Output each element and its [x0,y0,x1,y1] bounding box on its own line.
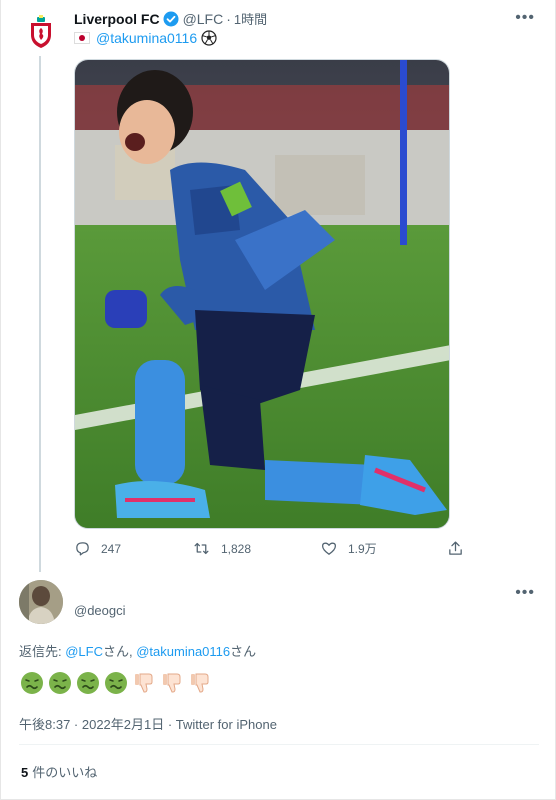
verified-badge-icon [163,11,179,27]
nauseated-face-icon [75,670,101,696]
reply-to-suffix-1: さん, [103,644,137,659]
tweet-header: Liverpool FC @LFC · 1時間 [74,9,267,28]
likes-summary[interactable]: 5 件のいいね [21,762,97,781]
tweet-text: @takumina0116 [74,30,217,46]
japan-flag-icon [74,32,90,44]
share-action[interactable] [447,540,474,557]
reply-avatar[interactable] [19,580,63,624]
tweet-actions: 247 1,828 1.9万 [74,540,466,560]
reply-timestamp[interactable]: 午後8:37 · 2022年2月1日 · Twitter for iPhone [19,714,277,733]
reply-to-takumina-link[interactable]: @takumina0116 [136,644,230,659]
reply-to-lfc-link[interactable]: @LFC [65,644,103,659]
author-handle[interactable]: @LFC [183,11,224,27]
reply-count: 247 [101,541,122,556]
more-icon[interactable]: ••• [515,584,535,602]
nauseated-face-icon [47,670,73,696]
thumbs-down-icon [187,670,213,696]
thumbs-down-icon [159,670,185,696]
share-icon [449,541,462,555]
retweet-count: 1,828 [221,541,252,556]
likes-count: 5 [21,765,29,780]
reply-emojis [19,670,215,696]
retweet-action[interactable]: 1,828 [192,540,251,557]
reply-action[interactable]: 247 [74,540,121,557]
lfc-avatar[interactable] [21,12,61,52]
likes-label: 件のいいね [32,765,98,780]
divider [19,744,539,745]
reply-icon [76,542,89,556]
like-count: 1.9万 [348,542,377,556]
thumbs-down-icon [131,670,157,696]
reply-handle[interactable]: @deogci [74,603,126,618]
author-name[interactable]: Liverpool FC [74,11,160,27]
nauseated-face-icon [19,670,45,696]
tweet-frame: Liverpool FC @LFC · 1時間 ••• @takumina011… [0,0,556,800]
thread-line [39,56,41,572]
reply-to-prefix: 返信先: [19,644,66,659]
tweet-time[interactable]: 1時間 [234,9,267,28]
reply-to-line: 返信先: @LFCさん, @takumina0116さん [19,641,256,660]
more-icon[interactable]: ••• [515,9,535,27]
separator-dot: · [226,10,231,27]
retweet-icon [194,542,209,555]
mention-link[interactable]: @takumina0116 [96,30,197,46]
soccer-ball-icon [201,30,217,46]
tweet-photo[interactable] [74,59,450,529]
nauseated-face-icon [103,670,129,696]
like-icon [321,542,337,555]
lfc-crest-icon [31,15,51,48]
like-action[interactable]: 1.9万 [320,540,377,557]
reply-to-suffix-2: さん [230,644,257,659]
